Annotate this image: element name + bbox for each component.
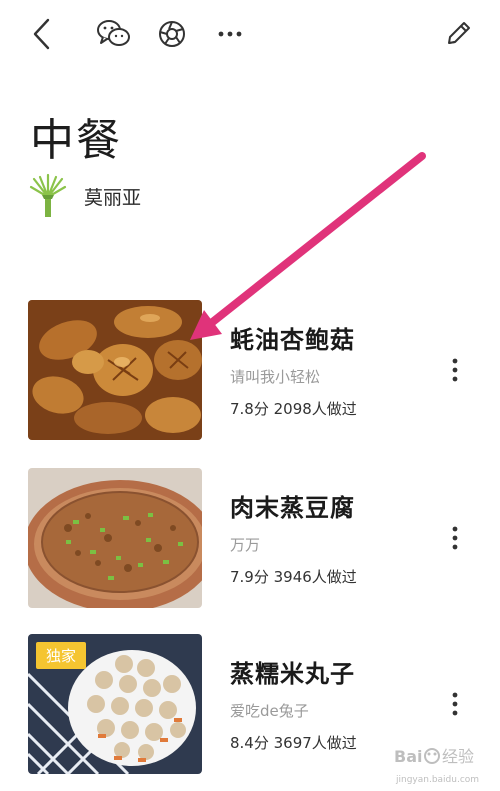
recipe-title: 蒸糯米丸子: [230, 660, 355, 688]
recipe-author: 请叫我小轻松: [230, 368, 321, 386]
recipe-title: 蚝油杏鲍菇: [230, 326, 355, 354]
back-icon: [33, 18, 50, 50]
collection-author[interactable]: 莫丽亚: [28, 172, 141, 220]
more-icon: [218, 31, 242, 37]
svg-text:Bai: Bai: [394, 747, 422, 766]
recipe-author: 万万: [230, 536, 261, 554]
vertical-more-icon: [452, 692, 458, 716]
share-wechat-button[interactable]: [94, 14, 134, 54]
recipe-title: 肉末蒸豆腐: [230, 494, 355, 522]
top-toolbar: [0, 0, 500, 66]
recipe-thumbnail: [28, 300, 202, 440]
vertical-more-icon: [452, 526, 458, 550]
collection-title: 中餐: [30, 115, 122, 166]
recipe-more-button[interactable]: [440, 523, 470, 553]
recipe-more-button[interactable]: [440, 689, 470, 719]
recipe-stats: 7.8分 2098人做过: [230, 400, 357, 418]
recipe-card[interactable]: 蚝油杏鲍菇 请叫我小轻松 7.8分 2098人做过: [0, 300, 500, 440]
recipe-more-button[interactable]: [440, 355, 470, 385]
recipe-stats: 7.9分 3946人做过: [230, 568, 357, 586]
recipe-author: 爱吃de兔子: [230, 702, 309, 720]
svg-text:jingyan.baidu.com: jingyan.baidu.com: [395, 775, 479, 785]
share-moments-button[interactable]: [152, 14, 192, 54]
edit-button[interactable]: [438, 14, 478, 54]
vertical-more-icon: [452, 358, 458, 382]
recipe-thumbnail: [28, 468, 202, 608]
exclusive-badge: 独家: [36, 642, 87, 669]
recipe-stats: 8.4分 3697人做过: [230, 734, 357, 752]
baidu-jingyan-watermark: Bai 经验 jingyan.baidu.com: [394, 747, 479, 785]
recipe-thumbnail: 独家: [28, 634, 202, 774]
svg-text:经验: 经验: [442, 747, 474, 766]
wechat-icon: [97, 20, 130, 46]
moments-icon: [159, 21, 185, 47]
recipe-card[interactable]: 肉末蒸豆腐 万万 7.9分 3946人做过: [0, 468, 500, 608]
edit-icon: [448, 22, 470, 44]
more-options-button[interactable]: [210, 14, 250, 54]
avatar: [29, 173, 67, 217]
author-name: 莫丽亚: [84, 186, 142, 209]
back-button[interactable]: [22, 14, 62, 54]
